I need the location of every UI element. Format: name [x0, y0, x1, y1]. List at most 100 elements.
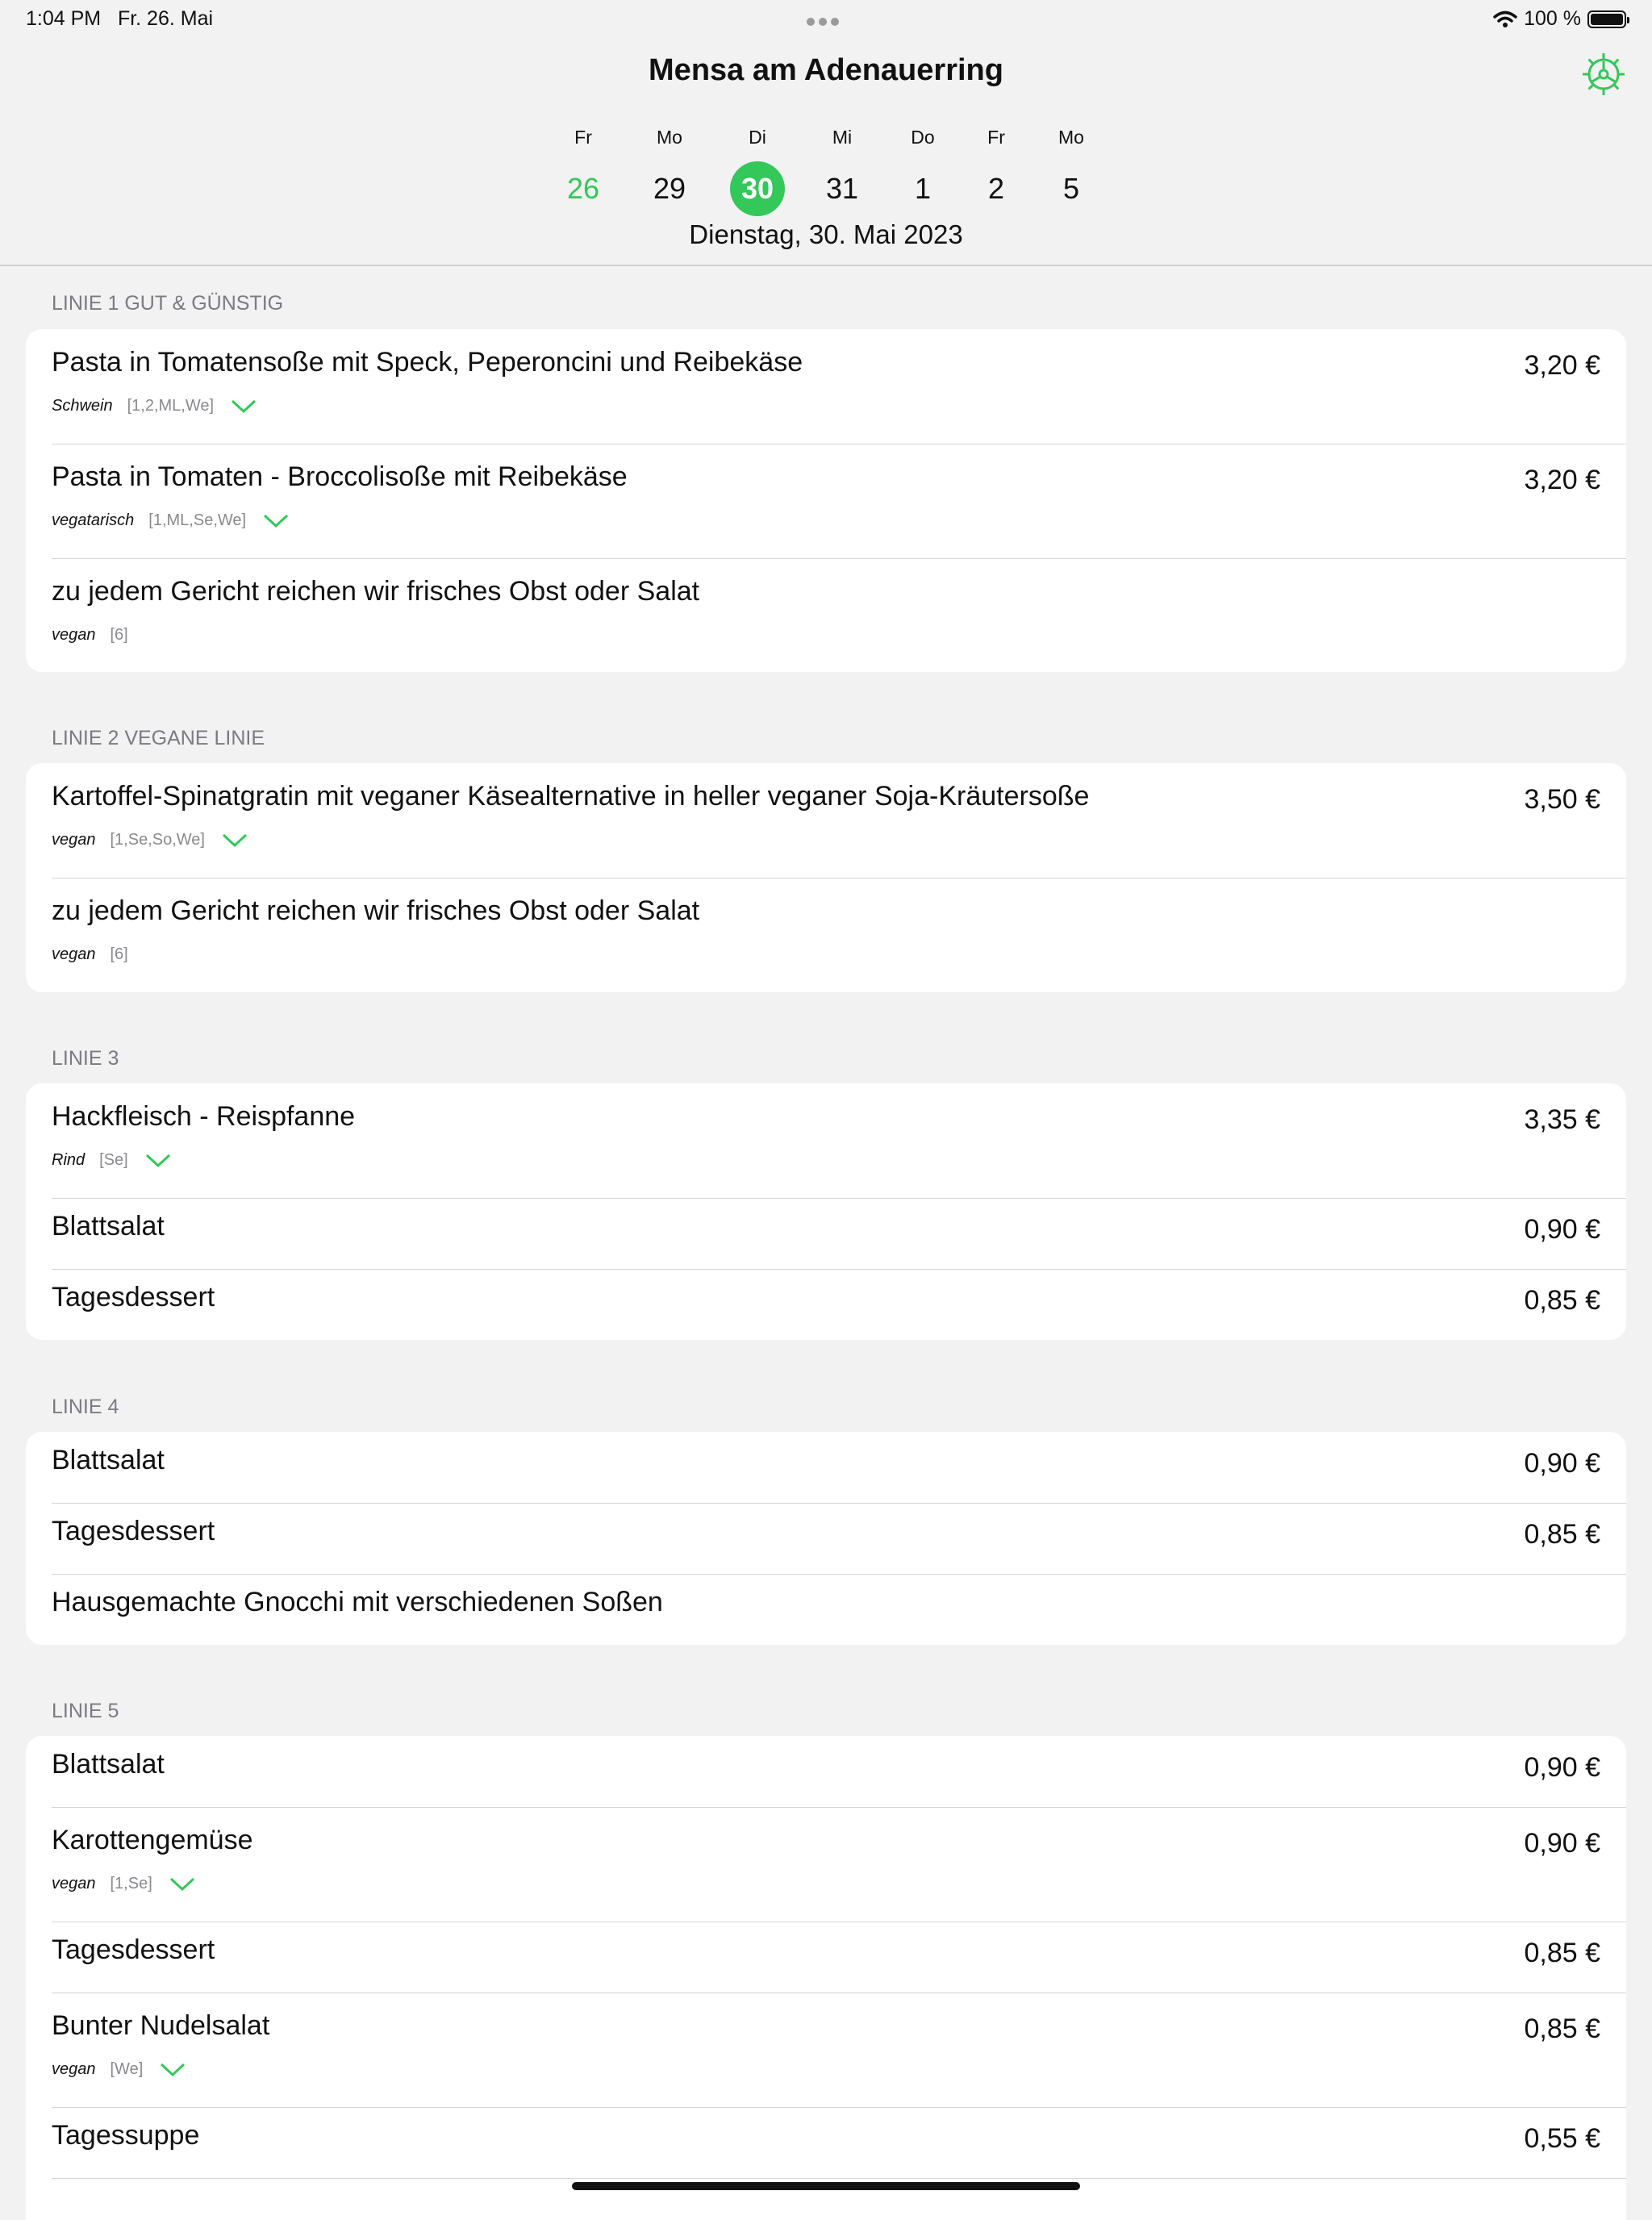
- chevron-down-icon[interactable]: [262, 513, 290, 529]
- day-thu-1[interactable]: Do 1: [891, 124, 955, 216]
- dish-allergens: [We]: [110, 2060, 144, 2078]
- battery-icon: [1587, 10, 1629, 28]
- dish-price: 0,90 €: [1524, 1448, 1600, 1479]
- day-wed-31[interactable]: Mi 31: [810, 124, 874, 216]
- dish-row[interactable]: Kartoffel-Spinatgratin mit veganer Käsea…: [26, 763, 1626, 878]
- dish-name: Blattsalat: [52, 1749, 165, 1780]
- day-number: 1: [914, 172, 932, 205]
- dish-name: Tagessuppe: [52, 2120, 200, 2151]
- dish-row[interactable]: Bunter Nudelsalat 0,85 € vegan [We]: [26, 1993, 1626, 2107]
- dish-price: 0,55 €: [1524, 2123, 1600, 2154]
- dish-name: Hackfleisch - Reispfanne: [52, 1101, 356, 1132]
- dish-name: zu jedem Gericht reichen wir frisches Ob…: [52, 895, 700, 926]
- dish-category: vegan: [52, 831, 96, 849]
- dish-tags: Schwein [1,2,ML,We]: [52, 397, 257, 415]
- dish-row[interactable]: zu jedem Gericht reichen wir frisches Ob…: [26, 878, 1626, 992]
- day-weekday: Mo: [1058, 127, 1084, 148]
- section-card: Blattsalat 0,90 € Tagesdessert 0,85 € Ha…: [26, 1432, 1626, 1645]
- dish-category: Rind: [52, 1151, 86, 1169]
- dish-row[interactable]: Tagessuppe 0,55 €: [26, 2107, 1626, 2178]
- day-number: 29: [653, 172, 686, 205]
- day-picker: Fr 26 Mo 29 Di 30 Mi 31 Do 1 Fr 2 Mo 5: [0, 124, 1652, 216]
- dish-row[interactable]: zu jedem Gericht reichen wir frisches Ob…: [26, 558, 1626, 672]
- dish-price: 0,85 €: [1524, 2013, 1600, 2044]
- dish-name: Pasta in Tomatensoße mit Speck, Peperonc…: [52, 347, 803, 378]
- dish-row[interactable]: Pasta in Tomaten - Broccolisoße mit Reib…: [26, 444, 1626, 558]
- header: Mensa am Adenauerring Fr 26 Mo 29 Di 30: [0, 37, 1652, 266]
- day-weekday: Mi: [832, 127, 853, 148]
- dish-category: Schwein: [52, 397, 113, 415]
- dish-row[interactable]: Blattsalat 0,90 €: [26, 1432, 1626, 1503]
- day-weekday: Do: [911, 127, 935, 148]
- dish-tags: vegan [6]: [52, 945, 144, 964]
- dish-name: Bunter Nudelsalat: [52, 2010, 270, 2041]
- dish-row[interactable]: Hackfleisch - Reispfanne 3,35 € Rind [Se…: [26, 1083, 1626, 1198]
- dish-tags: vegatarisch [1,ML,Se,We]: [52, 511, 290, 530]
- day-number: 26: [566, 172, 600, 205]
- dish-name: Pasta in Tomaten - Broccolisoße mit Reib…: [52, 461, 628, 492]
- section-header: LINIE 4: [52, 1396, 119, 1418]
- chevron-down-icon[interactable]: [221, 832, 248, 849]
- dish-row[interactable]: Karottengemüse 0,90 € vegan [1,Se]: [26, 1807, 1626, 1922]
- dish-tags: vegan [1,Se]: [52, 1875, 196, 1893]
- dish-price: 3,35 €: [1524, 1104, 1600, 1135]
- day-weekday: Mo: [657, 127, 682, 148]
- chevron-down-icon[interactable]: [144, 1153, 172, 1169]
- multitask-dots-icon[interactable]: [807, 8, 845, 26]
- dish-name: Tagesdessert: [52, 1282, 215, 1312]
- day-tue-30[interactable]: Di 30: [725, 124, 790, 216]
- section-header: LINIE 2 VEGANE LINIE: [52, 727, 265, 749]
- dish-allergens: [1,ML,Se,We]: [148, 511, 247, 529]
- section-header: LINIE 5: [52, 1700, 119, 1722]
- dish-price: 0,90 €: [1524, 1752, 1600, 1783]
- chevron-down-icon[interactable]: [169, 1876, 196, 1892]
- dish-allergens: [1,Se]: [110, 1875, 152, 1892]
- dish-allergens: [1,Se,So,We]: [110, 831, 205, 849]
- dish-row[interactable]: Hausgemachte Gnocchi mit verschiedenen S…: [26, 1574, 1626, 1645]
- dish-name: Tagesdessert: [52, 1516, 215, 1546]
- section-card: Kartoffel-Spinatgratin mit veganer Käsea…: [26, 763, 1626, 992]
- dish-row[interactable]: Tagesdessert 0,85 €: [26, 1269, 1626, 1340]
- status-time-date: 1:04 PM Fr. 26. Mai: [26, 7, 213, 31]
- dish-price: 0,85 €: [1524, 1938, 1600, 1968]
- day-number: 2: [987, 172, 1005, 205]
- day-number-selected: 30: [730, 161, 785, 216]
- battery-percent: 100 %: [1524, 7, 1581, 30]
- dish-row[interactable]: Tagesdessert 0,85 €: [26, 1922, 1626, 1993]
- dish-category: vegan: [52, 1875, 96, 1892]
- day-weekday: Fr: [574, 127, 592, 148]
- section-header: LINIE 3: [52, 1047, 119, 1070]
- chevron-down-icon[interactable]: [159, 2062, 186, 2078]
- wifi-icon: [1493, 10, 1517, 27]
- dish-allergens: [Se]: [99, 1151, 128, 1169]
- dish-name: Hausgemachte Gnocchi mit verschiedenen S…: [52, 1587, 663, 1617]
- selected-date: Dienstag, 30. Mai 2023: [689, 219, 963, 249]
- status-time: 1:04 PM: [26, 7, 102, 30]
- day-mon-29[interactable]: Mo 29: [637, 124, 702, 216]
- home-indicator[interactable]: [572, 2182, 1080, 2190]
- day-mon-5[interactable]: Mo 5: [1039, 124, 1103, 216]
- dish-allergens: [6]: [110, 626, 128, 644]
- dish-tags: Rind [Se]: [52, 1151, 172, 1170]
- dish-allergens: [1,2,ML,We]: [127, 397, 215, 415]
- chevron-down-icon[interactable]: [230, 399, 257, 415]
- status-date: Fr. 26. Mai: [117, 7, 214, 30]
- dish-row[interactable]: Blattsalat 0,90 €: [26, 1198, 1626, 1269]
- dish-name: zu jedem Gericht reichen wir frisches Ob…: [52, 576, 700, 607]
- dish-name: Blattsalat: [52, 1445, 165, 1475]
- dish-row[interactable]: Pasta in Tomatensoße mit Speck, Peperonc…: [26, 329, 1626, 444]
- status-bar: 1:04 PM Fr. 26. Mai 100 %: [0, 0, 1652, 37]
- gear-icon[interactable]: [1581, 52, 1626, 97]
- dish-row[interactable]: Tagesdessert 0,85 €: [26, 1503, 1626, 1574]
- dish-row[interactable]: Blattsalat 0,90 €: [26, 1736, 1626, 1807]
- dish-tags: vegan [1,Se,So,We]: [52, 831, 248, 849]
- dish-price: 0,90 €: [1524, 1214, 1600, 1245]
- dish-category: vegan: [52, 626, 96, 644]
- dish-name: Blattsalat: [52, 1211, 165, 1241]
- dish-price: 0,85 €: [1524, 1285, 1600, 1316]
- day-number: 5: [1062, 172, 1080, 205]
- day-fri-2[interactable]: Fr 2: [964, 124, 1028, 216]
- day-fri-26[interactable]: Fr 26: [551, 124, 615, 216]
- section-card: Hackfleisch - Reispfanne 3,35 € Rind [Se…: [26, 1083, 1626, 1340]
- day-weekday: Di: [749, 127, 766, 148]
